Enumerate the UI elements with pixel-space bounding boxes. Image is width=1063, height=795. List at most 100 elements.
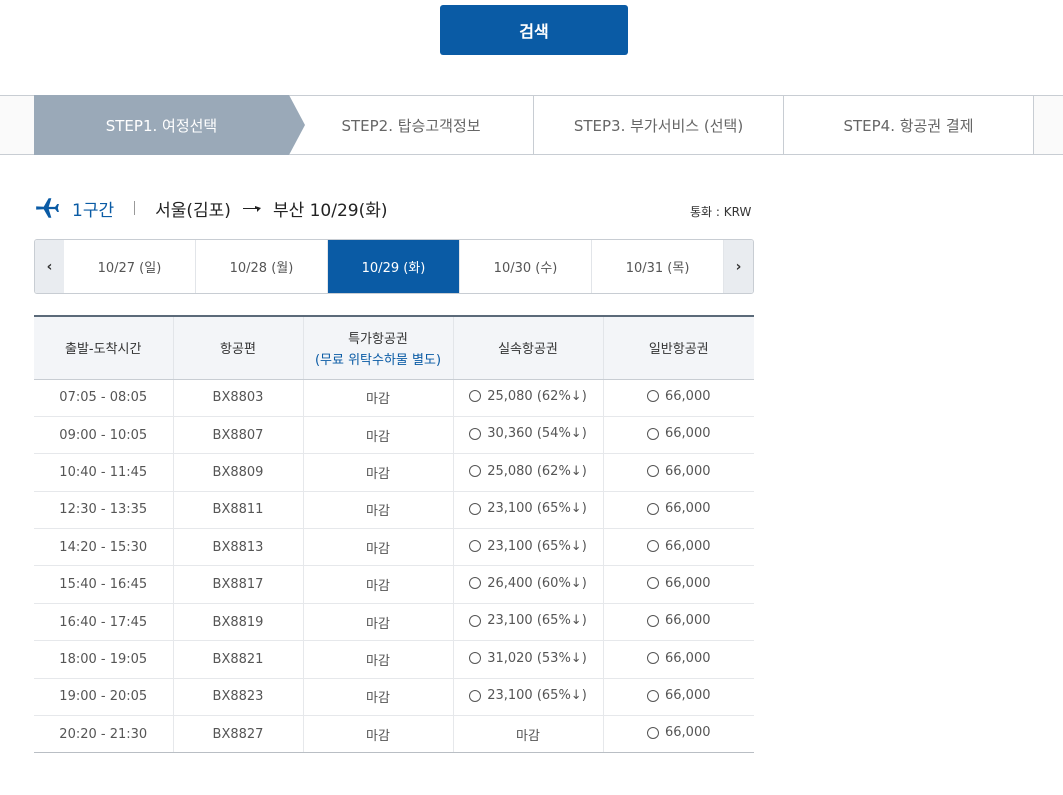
cell-discount-fare[interactable]: 25,080 (62%↓) bbox=[453, 453, 604, 492]
cell-normal-fare[interactable]: 66,000 bbox=[603, 678, 754, 717]
radio-button[interactable] bbox=[647, 652, 659, 665]
cell-special-fare: 마감 bbox=[303, 678, 454, 717]
cell-discount-fare[interactable]: 23,100 (65%↓) bbox=[453, 528, 604, 567]
header-flight: 항공편 bbox=[173, 315, 304, 380]
cell-discount-fare[interactable]: 23,100 (65%↓) bbox=[453, 603, 604, 642]
cell-normal-fare[interactable]: 66,000 bbox=[603, 379, 754, 417]
date-tab-1027[interactable]: 10/27 (일) bbox=[64, 240, 196, 293]
header-special-label: 특가항공권 bbox=[348, 331, 408, 347]
cell-discount-fare-option[interactable]: 25,080 (62%↓) bbox=[469, 464, 587, 479]
cell-discount-fare-option[interactable]: 23,100 (65%↓) bbox=[469, 688, 587, 703]
next-date-button[interactable]: › bbox=[724, 240, 753, 293]
cell-normal-fare-option[interactable]: 66,000 bbox=[647, 426, 711, 441]
cell-normal-fare[interactable]: 66,000 bbox=[603, 453, 754, 492]
radio-button[interactable] bbox=[469, 577, 482, 590]
cell-normal-fare[interactable]: 66,000 bbox=[603, 491, 754, 530]
date-tab-1029[interactable]: 10/29 (화) bbox=[327, 240, 461, 293]
radio-button[interactable] bbox=[647, 390, 659, 403]
cell-discount-fare-price: 23,100 (65%↓) bbox=[487, 613, 587, 629]
step-4-payment: STEP4. 항공권 결제 bbox=[784, 95, 1034, 155]
radio-button[interactable] bbox=[647, 465, 659, 478]
cell-discount-fare-price: 31,020 (53%↓) bbox=[487, 650, 587, 666]
radio-button[interactable] bbox=[469, 502, 482, 515]
header-time: 출발-도착시간 bbox=[34, 315, 174, 380]
cell-flight: BX8819 bbox=[173, 603, 304, 642]
radio-button[interactable] bbox=[469, 652, 482, 665]
chevron-left-icon: ‹ bbox=[46, 258, 53, 275]
radio-button[interactable] bbox=[647, 689, 659, 702]
step-3-label: STEP3. 부가서비스 (선택) bbox=[573, 116, 744, 135]
cell-normal-fare-option[interactable]: 66,000 bbox=[647, 576, 711, 591]
cell-discount-fare[interactable]: 25,080 (62%↓) bbox=[453, 379, 604, 417]
radio-button[interactable] bbox=[647, 502, 659, 515]
cell-discount-fare-option[interactable]: 25,080 (62%↓) bbox=[469, 389, 587, 404]
cell-normal-fare-price: 66,000 bbox=[665, 388, 711, 404]
radio-button[interactable] bbox=[469, 540, 482, 552]
cell-normal-fare[interactable]: 66,000 bbox=[603, 528, 754, 567]
radio-button[interactable] bbox=[647, 614, 659, 627]
radio-button[interactable] bbox=[469, 427, 482, 440]
cell-normal-fare-option[interactable]: 66,000 bbox=[647, 539, 711, 554]
table-row: 16:40 - 17:45 BX8819 마감 23,100 (65%↓) 66,000 bbox=[34, 603, 754, 642]
radio-button[interactable] bbox=[469, 689, 482, 702]
cell-time: 15:40 - 16:45 bbox=[34, 565, 174, 604]
airplane-icon bbox=[36, 198, 59, 218]
cell-discount-fare[interactable]: 31,020 (53%↓) bbox=[453, 640, 604, 679]
cell-special-fare: 마감 bbox=[303, 528, 454, 567]
table-row: 19:00 - 20:05 BX8823 마감 23,100 (65%↓) 66,000 bbox=[34, 678, 754, 717]
search-button[interactable]: 검색 bbox=[440, 5, 628, 55]
table-row: 18:00 - 19:05 BX8821 마감 31,020 (53%↓) 66,000 bbox=[34, 640, 754, 679]
radio-button[interactable] bbox=[647, 577, 659, 590]
cell-discount-fare[interactable]: 23,100 (65%↓) bbox=[453, 678, 604, 717]
cell-discount-fare: 마감 bbox=[453, 715, 604, 754]
step-2-label: STEP2. 탑승고객정보 bbox=[341, 116, 481, 135]
cell-flight: BX8803 bbox=[173, 379, 304, 417]
cell-normal-fare[interactable]: 66,000 bbox=[603, 416, 754, 455]
cell-normal-fare[interactable]: 66,000 bbox=[603, 565, 754, 604]
radio-button[interactable] bbox=[469, 465, 482, 478]
cell-discount-fare[interactable]: 23,100 (65%↓) bbox=[453, 491, 604, 530]
date-tab-1030[interactable]: 10/30 (수) bbox=[460, 240, 593, 293]
radio-button[interactable] bbox=[647, 540, 659, 552]
cell-normal-fare-option[interactable]: 66,000 bbox=[647, 688, 711, 703]
segment-label: 1구간 bbox=[72, 200, 115, 221]
cell-normal-fare[interactable]: 66,000 bbox=[603, 603, 754, 642]
date-tab-1028[interactable]: 10/28 (월) bbox=[196, 240, 328, 293]
prev-date-button[interactable]: ‹ bbox=[35, 240, 64, 293]
radio-button[interactable] bbox=[469, 614, 482, 627]
cell-normal-fare-price: 66,000 bbox=[665, 538, 711, 554]
cell-normal-fare-option[interactable]: 66,000 bbox=[647, 725, 711, 740]
cell-normal-fare-option[interactable]: 66,000 bbox=[647, 651, 711, 666]
cell-discount-fare-option[interactable]: 23,100 (65%↓) bbox=[469, 539, 587, 554]
cell-discount-fare-option[interactable]: 23,100 (65%↓) bbox=[469, 613, 587, 628]
cell-normal-fare-option[interactable]: 66,000 bbox=[647, 501, 711, 516]
cell-normal-fare-option[interactable]: 66,000 bbox=[647, 389, 711, 404]
cell-time: 16:40 - 17:45 bbox=[34, 603, 174, 642]
cell-discount-fare-option[interactable]: 30,360 (54%↓) bbox=[469, 426, 587, 441]
cell-discount-fare-price: 25,080 (62%↓) bbox=[487, 463, 587, 479]
radio-button[interactable] bbox=[469, 390, 482, 403]
cell-normal-fare[interactable]: 66,000 bbox=[603, 715, 754, 754]
step-1-label: STEP1. 여정선택 bbox=[105, 116, 218, 135]
date-tab-1031[interactable]: 10/31 (목) bbox=[592, 240, 725, 293]
step-4-label: STEP4. 항공권 결제 bbox=[843, 116, 974, 135]
radio-button[interactable] bbox=[647, 726, 659, 739]
cell-time: 12:30 - 13:35 bbox=[34, 491, 174, 530]
chevron-right-icon: › bbox=[735, 258, 742, 275]
cell-normal-fare-option[interactable]: 66,000 bbox=[647, 613, 711, 628]
date-selector: ‹ 10/27 (일) 10/28 (월) 10/29 (화) 10/30 (수… bbox=[34, 239, 754, 294]
radio-button[interactable] bbox=[647, 427, 659, 440]
table-row: 14:20 - 15:30 BX8813 마감 23,100 (65%↓) 66,000 bbox=[34, 528, 754, 567]
cell-normal-fare[interactable]: 66,000 bbox=[603, 640, 754, 679]
cell-time: 14:20 - 15:30 bbox=[34, 528, 174, 567]
cell-discount-fare-option[interactable]: 26,400 (60%↓) bbox=[469, 576, 587, 591]
cell-flight: BX8813 bbox=[173, 528, 304, 567]
cell-discount-fare-option[interactable]: 31,020 (53%↓) bbox=[469, 651, 587, 666]
cell-normal-fare-price: 66,000 bbox=[665, 725, 711, 741]
cell-time: 07:05 - 08:05 bbox=[34, 379, 174, 417]
cell-discount-fare-price: 25,080 (62%↓) bbox=[487, 388, 587, 404]
cell-discount-fare[interactable]: 26,400 (60%↓) bbox=[453, 565, 604, 604]
cell-discount-fare-option[interactable]: 23,100 (65%↓) bbox=[469, 501, 587, 516]
cell-normal-fare-option[interactable]: 66,000 bbox=[647, 464, 711, 479]
cell-discount-fare[interactable]: 30,360 (54%↓) bbox=[453, 416, 604, 455]
